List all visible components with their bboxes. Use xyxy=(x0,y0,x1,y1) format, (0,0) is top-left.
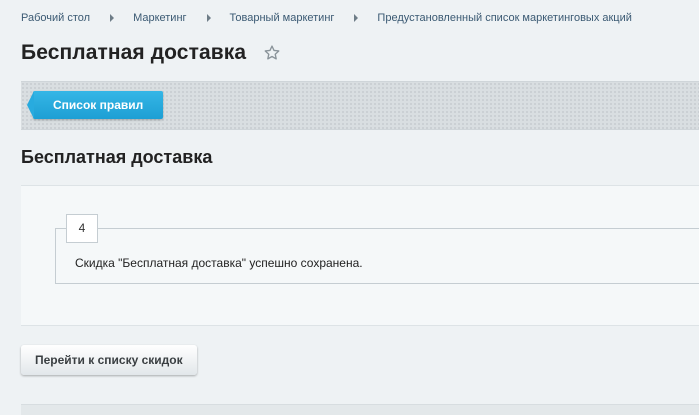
breadcrumb-item-desktop[interactable]: Рабочий стол xyxy=(21,12,90,24)
message-badge: 4 xyxy=(66,214,98,243)
page-title: Бесплатная доставка xyxy=(21,41,247,64)
section-title: Бесплатная доставка xyxy=(21,147,213,167)
footer-divider xyxy=(21,404,699,415)
toolbar: Список правил xyxy=(21,81,699,130)
star-icon[interactable] xyxy=(263,44,281,62)
breadcrumb-arrow-icon xyxy=(110,14,115,22)
back-to-discounts-button[interactable]: Перейти к списку скидок xyxy=(21,345,197,375)
breadcrumb: Рабочий стол Маркетинг Товарный маркетин… xyxy=(21,12,632,24)
breadcrumb-item-product-marketing[interactable]: Товарный маркетинг xyxy=(230,12,335,24)
success-message: 4 Скидка "Бесплатная доставка" успешно с… xyxy=(55,214,699,284)
breadcrumb-item-preset-actions[interactable]: Предустановленный список маркетинговых а… xyxy=(377,12,631,24)
page-header: Бесплатная доставка xyxy=(21,41,281,65)
breadcrumb-item-marketing[interactable]: Маркетинг xyxy=(133,12,186,24)
message-text: Скидка "Бесплатная доставка" успешно сох… xyxy=(75,256,363,270)
breadcrumb-arrow-icon xyxy=(206,14,211,22)
rules-list-button[interactable]: Список правил xyxy=(26,91,164,119)
breadcrumb-arrow-icon xyxy=(354,14,359,22)
content-panel: 4 Скидка "Бесплатная доставка" успешно с… xyxy=(21,185,699,326)
